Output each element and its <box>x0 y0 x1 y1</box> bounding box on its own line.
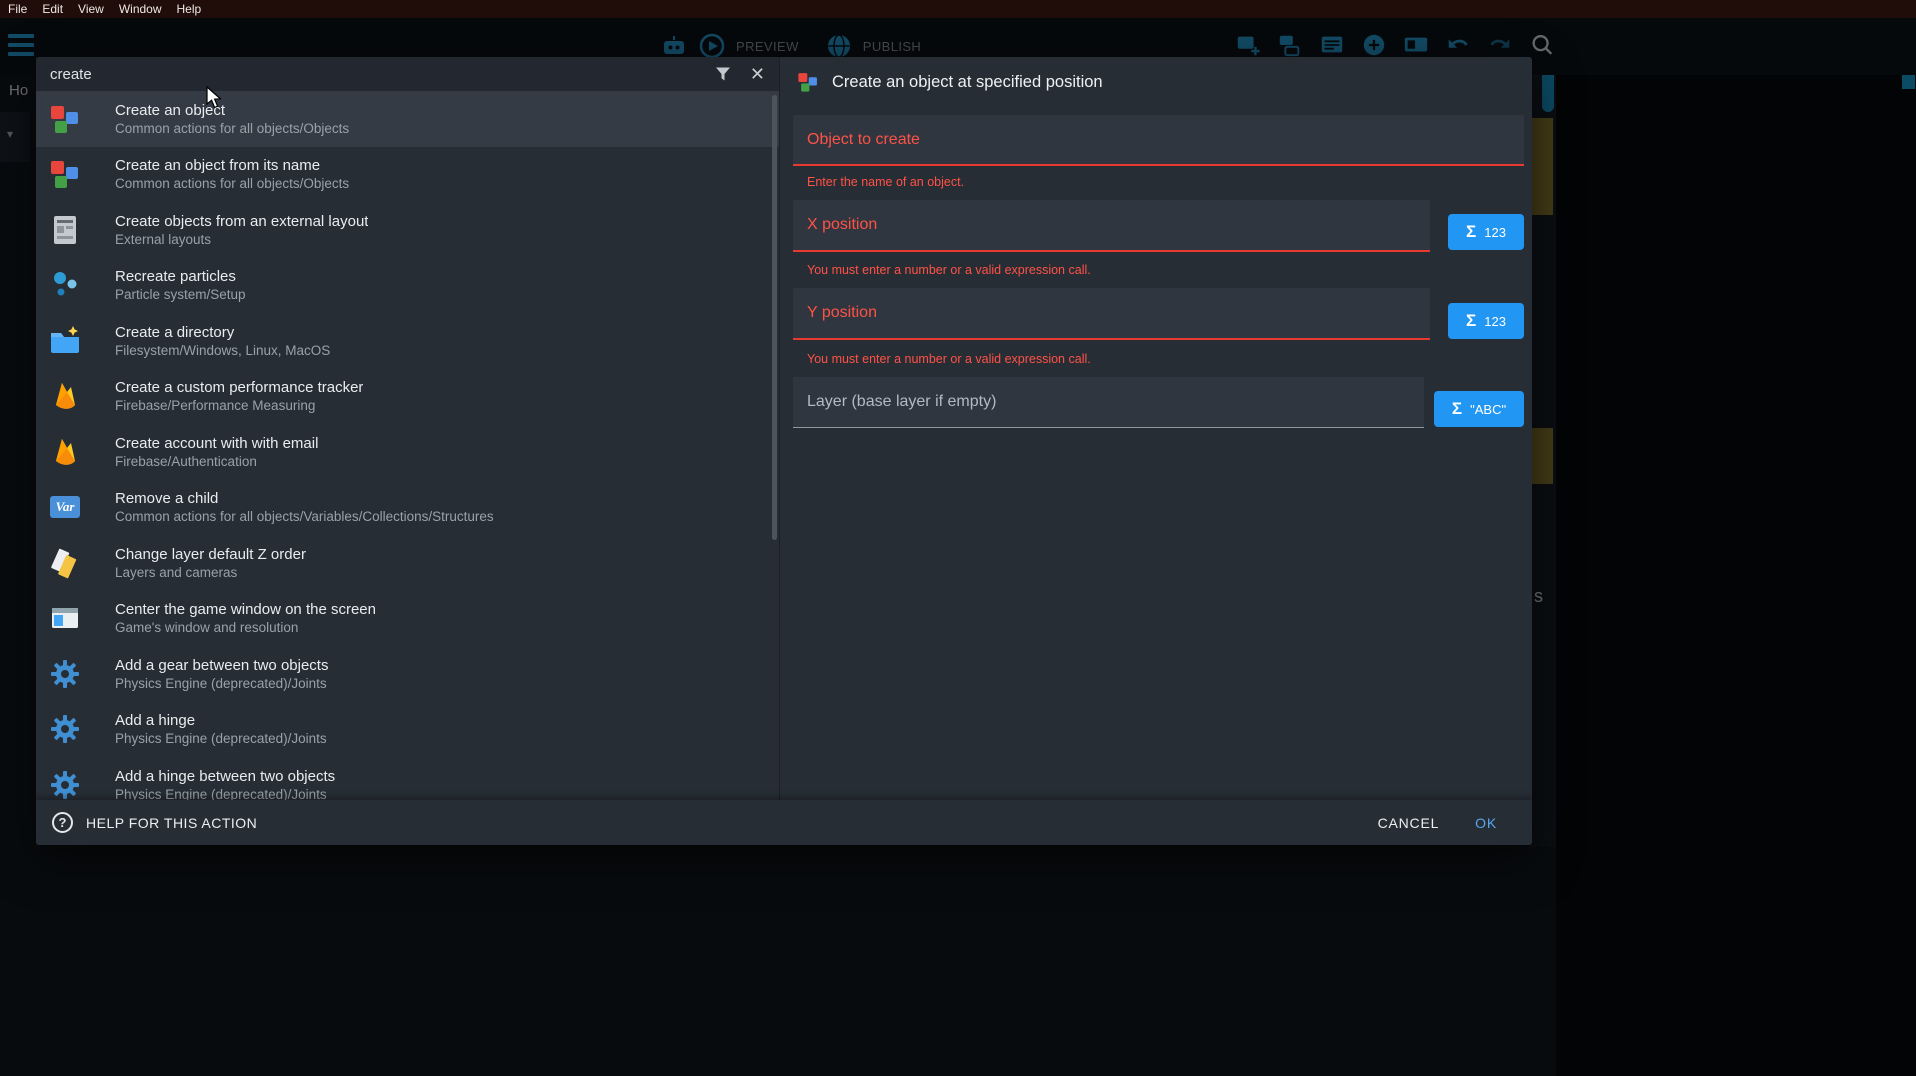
action-list-item[interactable]: Center the game window on the screen Game… <box>36 591 779 647</box>
action-title: Center the game window on the screen <box>115 601 376 618</box>
var-icon: Var <box>49 491 81 523</box>
menu-help[interactable]: Help <box>177 2 202 16</box>
firebase-icon <box>49 436 81 468</box>
action-title: Recreate particles <box>115 268 246 285</box>
y-position-field[interactable]: Y position <box>793 288 1430 340</box>
action-category: Firebase/Performance Measuring <box>115 398 363 413</box>
cancel-button[interactable]: CANCEL <box>1378 815 1440 831</box>
layer-expression-button[interactable]: Σ "ABC" <box>1434 391 1524 427</box>
menu-bar: File Edit View Window Help <box>0 0 1916 18</box>
layer-field[interactable]: Layer (base layer if empty) <box>793 377 1424 428</box>
action-list-item[interactable]: Add a gear between two objects Physics En… <box>36 646 779 702</box>
x-position-label: X position <box>807 216 877 234</box>
y-error-text: You must enter a number or a valid expre… <box>807 352 1091 366</box>
gear-icon <box>49 658 81 690</box>
action-title: Add a hinge <box>115 712 327 729</box>
action-list-item[interactable]: Create a directory Filesystem/Windows, Li… <box>36 313 779 369</box>
sigma-icon: Σ <box>1452 399 1462 419</box>
y-expression-label: 123 <box>1484 314 1506 329</box>
layer-expression-label: "ABC" <box>1470 402 1506 417</box>
action-category: Particle system/Setup <box>115 287 246 302</box>
ok-button[interactable]: OK <box>1475 815 1497 831</box>
detail-header: Create an object at specified position <box>797 71 1103 93</box>
help-for-action-button[interactable]: ? HELP FOR THIS ACTION <box>52 812 257 833</box>
y-position-label: Y position <box>807 304 877 322</box>
objects-icon <box>797 71 819 93</box>
action-list-item[interactable]: Add a hinge Physics Engine (deprecated)/J… <box>36 702 779 758</box>
layout-icon <box>49 214 81 246</box>
action-list-panel: ✕ Create an object Common actions for all… <box>36 57 780 800</box>
action-list-item[interactable]: Add a hinge between two objects Physics E… <box>36 757 779 800</box>
dialog-footer: ? HELP FOR THIS ACTION CANCEL OK <box>36 800 1532 845</box>
action-category: External layouts <box>115 232 368 247</box>
layers-icon <box>49 547 81 579</box>
action-title: Create an object from its name <box>115 157 349 174</box>
action-list-item[interactable]: Change layer default Z order Layers and c… <box>36 535 779 591</box>
objects-icon <box>49 158 81 190</box>
action-list-item[interactable]: Create an object Common actions for all o… <box>36 91 779 147</box>
list-scrollbar[interactable] <box>772 95 777 540</box>
search-input[interactable] <box>50 66 714 83</box>
menu-edit[interactable]: Edit <box>42 2 63 16</box>
action-list-item[interactable]: Create account with with email Firebase/A… <box>36 424 779 480</box>
action-config-title: Create an object at specified position <box>832 73 1103 92</box>
layer-label: Layer (base layer if empty) <box>807 393 996 411</box>
menu-window[interactable]: Window <box>119 2 162 16</box>
particles-icon <box>49 269 81 301</box>
action-title: Remove a child <box>115 490 494 507</box>
action-title: Create account with with email <box>115 435 318 452</box>
objects-icon <box>49 103 81 135</box>
action-category: Filesystem/Windows, Linux, MacOS <box>115 343 330 358</box>
x-position-field[interactable]: X position <box>793 200 1430 252</box>
action-title: Create objects from an external layout <box>115 213 368 230</box>
action-title: Add a hinge between two objects <box>115 768 335 785</box>
search-header: ✕ <box>36 57 779 91</box>
action-category: Common actions for all objects/Objects <box>115 121 349 136</box>
action-category: Physics Engine (deprecated)/Joints <box>115 731 327 746</box>
action-category: Firebase/Authentication <box>115 454 318 469</box>
choose-action-dialog: ✕ Create an object Common actions for all… <box>36 57 1532 845</box>
help-icon: ? <box>52 812 73 833</box>
menu-view[interactable]: View <box>78 2 104 16</box>
action-list-item[interactable]: Create an object from its name Common act… <box>36 147 779 203</box>
menu-file[interactable]: File <box>8 2 27 16</box>
sigma-icon: Σ <box>1466 311 1476 331</box>
firebase-icon <box>49 380 81 412</box>
gear-icon <box>49 713 81 745</box>
window-icon <box>49 602 81 634</box>
x-error-text: You must enter a number or a valid expre… <box>807 263 1091 277</box>
action-category: Game's window and resolution <box>115 620 376 635</box>
action-title: Create an object <box>115 102 349 119</box>
app-window: File Edit View Window Help PREVIEW PUBLI… <box>0 0 1916 1076</box>
object-to-create-label: Object to create <box>807 131 920 149</box>
action-category: Common actions for all objects/Variables… <box>115 509 494 524</box>
close-icon[interactable]: ✕ <box>750 65 765 83</box>
action-category: Layers and cameras <box>115 565 306 580</box>
action-category: Physics Engine (deprecated)/Joints <box>115 787 335 800</box>
action-list-item[interactable]: Var Remove a child Common actions for all … <box>36 480 779 536</box>
action-list-item[interactable]: Create a custom performance tracker Fireb… <box>36 369 779 425</box>
object-to-create-field[interactable]: Object to create <box>793 115 1524 166</box>
help-label: HELP FOR THIS ACTION <box>86 815 257 831</box>
sigma-icon: Σ <box>1466 222 1476 242</box>
object-helper-text: Enter the name of an object. <box>807 175 964 189</box>
action-title: Create a directory <box>115 324 330 341</box>
filter-icon[interactable] <box>714 65 732 83</box>
action-title: Create a custom performance tracker <box>115 379 363 396</box>
y-expression-button[interactable]: Σ 123 <box>1448 303 1524 339</box>
action-list: Create an object Common actions for all o… <box>36 91 779 800</box>
action-title: Add a gear between two objects <box>115 657 328 674</box>
x-expression-button[interactable]: Σ 123 <box>1448 214 1524 250</box>
gear-icon <box>49 769 81 800</box>
x-expression-label: 123 <box>1484 225 1506 240</box>
action-title: Change layer default Z order <box>115 546 306 563</box>
action-category: Physics Engine (deprecated)/Joints <box>115 676 328 691</box>
folder-icon <box>49 325 81 357</box>
action-category: Common actions for all objects/Objects <box>115 176 349 191</box>
action-list-item[interactable]: Recreate particles Particle system/Setup <box>36 258 779 314</box>
action-config-panel: Create an object at specified position O… <box>780 57 1532 800</box>
action-list-item[interactable]: Create objects from an external layout Ex… <box>36 202 779 258</box>
